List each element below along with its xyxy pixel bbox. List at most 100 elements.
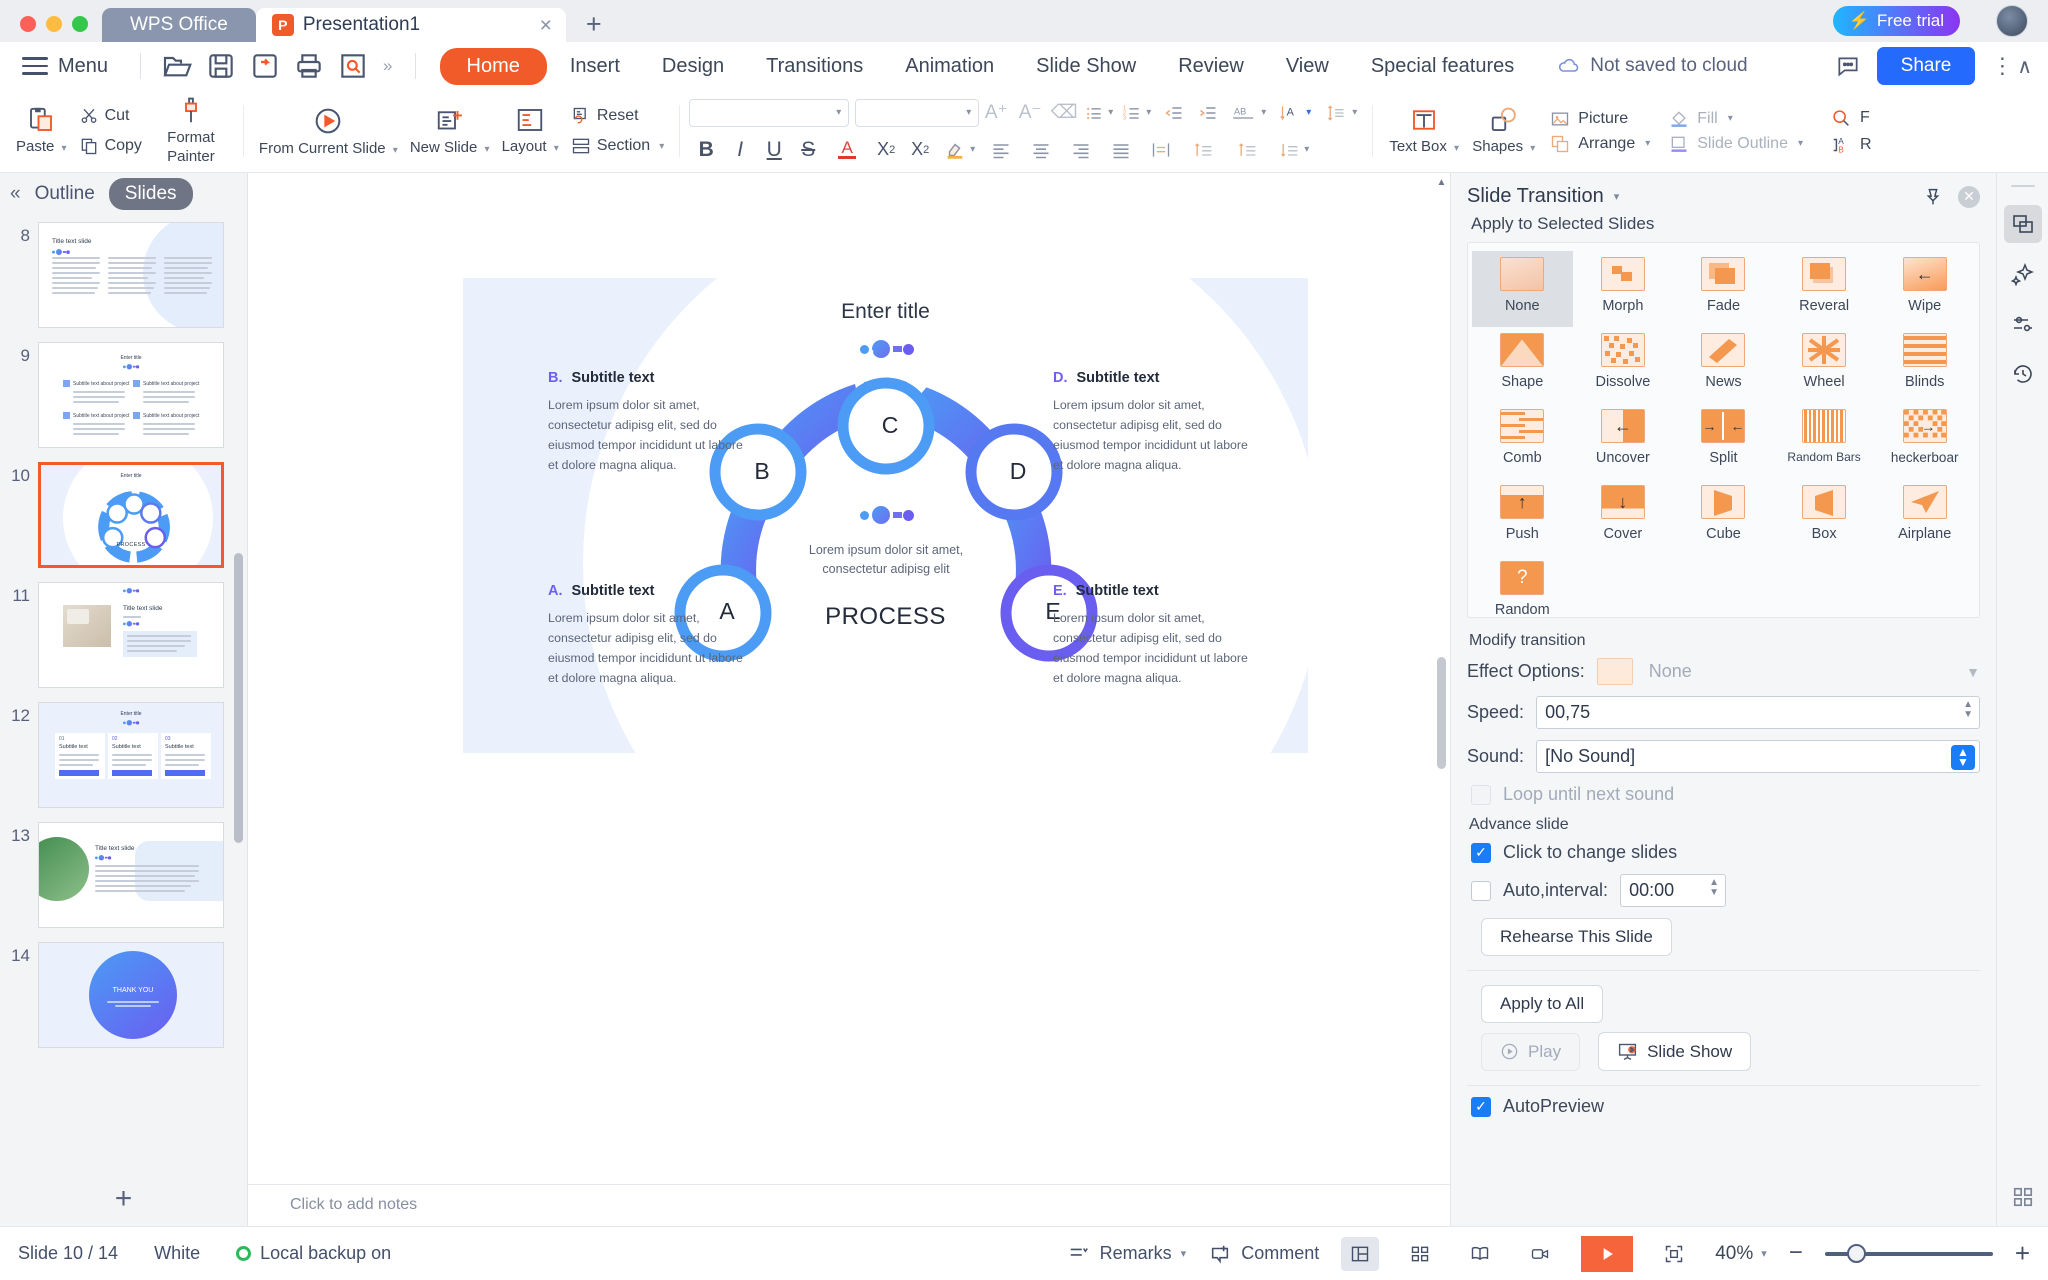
grid-icon[interactable]: [2004, 1178, 2042, 1216]
pin-icon[interactable]: [1922, 186, 1944, 208]
slide-outline-button[interactable]: Slide Outline ▾: [1668, 134, 1803, 154]
presenter-view-button[interactable]: [1521, 1237, 1559, 1271]
close-icon[interactable]: ×: [540, 15, 552, 36]
layout-button[interactable]: Layout ▾: [496, 105, 565, 157]
reading-view-button[interactable]: [1461, 1237, 1499, 1271]
new-tab-button[interactable]: +: [566, 11, 620, 42]
subscript-icon[interactable]: X2: [903, 135, 937, 165]
notes-pane[interactable]: Click to add notes: [248, 1184, 1450, 1226]
theme-name[interactable]: White: [154, 1243, 200, 1264]
sound-select[interactable]: [No Sound] ▲ ▼: [1536, 740, 1980, 773]
zoom-out-button[interactable]: −: [1789, 1240, 1803, 1265]
align-center-icon[interactable]: [1021, 135, 1061, 165]
transition-checkerboard[interactable]: → heckerboar: [1874, 403, 1975, 479]
list-item[interactable]: 8 Title text slide: [0, 215, 247, 335]
save-icon[interactable]: [205, 50, 237, 82]
backup-status[interactable]: Local backup on: [236, 1243, 391, 1264]
zoom-slider-knob[interactable]: [1846, 1243, 1866, 1263]
bold-icon[interactable]: B: [689, 135, 723, 165]
space-before-icon[interactable]: [1225, 135, 1269, 165]
tab-design[interactable]: Design: [643, 48, 743, 85]
slide-show-button[interactable]: Slide Show: [1598, 1032, 1752, 1071]
distribute-icon[interactable]: [1141, 135, 1181, 165]
chevron-down-icon[interactable]: ▾: [1614, 190, 1620, 203]
sound-stepper-icon[interactable]: ▲ ▼: [1951, 745, 1975, 770]
scroll-thumb[interactable]: [1437, 657, 1446, 769]
block-d[interactable]: D. Subtitle text Lorem ipsum dolor sit a…: [1053, 370, 1251, 476]
fill-button[interactable]: Fill ▾: [1668, 109, 1803, 129]
history-clock-icon[interactable]: [2004, 355, 2042, 393]
strikethrough-icon[interactable]: S: [791, 135, 825, 165]
highlight-icon[interactable]: ▾: [937, 135, 981, 165]
zoom-dropdown-icon[interactable]: ▾: [1761, 1247, 1767, 1260]
clear-formatting-icon[interactable]: ⌫: [1047, 98, 1081, 128]
effect-options-swatch[interactable]: [1596, 658, 1633, 685]
hamburger-menu-icon[interactable]: [22, 57, 48, 75]
increase-indent-icon[interactable]: [1191, 98, 1225, 128]
play-button[interactable]: Play: [1481, 1032, 1581, 1071]
avatar[interactable]: [1996, 5, 2028, 37]
font-color-icon[interactable]: A: [825, 135, 869, 165]
transition-blinds[interactable]: Blinds: [1874, 327, 1975, 403]
menu-button[interactable]: Menu: [58, 55, 108, 78]
remarks-button[interactable]: Remarks ▾: [1067, 1243, 1186, 1265]
line-spacing-icon[interactable]: ▾: [1317, 98, 1363, 128]
autopreview-row[interactable]: ✓ AutoPreview: [1471, 1096, 1980, 1117]
comment-button[interactable]: Comment: [1208, 1243, 1319, 1265]
settings-sliders-icon[interactable]: [2004, 305, 2042, 343]
text-direction-icon[interactable]: AB ▾: [1225, 98, 1271, 128]
italic-icon[interactable]: I: [723, 135, 757, 165]
slide-thumbnail[interactable]: Enter title 01 02 03 Subtitle text Subti…: [38, 702, 224, 808]
transition-cover[interactable]: ↓ Cover: [1573, 479, 1674, 555]
zoom-in-button[interactable]: +: [2015, 1240, 2030, 1265]
reset-button[interactable]: Reset: [565, 104, 670, 128]
transition-dissolve[interactable]: Dissolve: [1573, 327, 1674, 403]
list-item[interactable]: 12 Enter title 01 02 03 Subtitle text Su…: [0, 695, 247, 815]
slide-thumbnail[interactable]: Title text slide: [38, 822, 224, 928]
tab-slide-show[interactable]: Slide Show: [1017, 48, 1155, 85]
tab-home[interactable]: Home: [439, 47, 547, 85]
block-b[interactable]: B. Subtitle text Lorem ipsum dolor sit a…: [548, 370, 746, 476]
tab-special-features[interactable]: Special features: [1352, 48, 1533, 85]
auto-interval-checkbox[interactable]: [1471, 880, 1491, 901]
list-item[interactable]: 13 Title text slide: [0, 815, 247, 935]
thumbnail-scrollbar[interactable]: [234, 553, 243, 843]
speed-input[interactable]: 00,75 ▲ ▼: [1536, 696, 1980, 729]
canvas-scrollbar[interactable]: ▲ ▼: [1436, 177, 1447, 1222]
list-item[interactable]: 11 Title text slide: [0, 575, 247, 695]
tab-wps-office[interactable]: WPS Office: [102, 8, 256, 42]
minimize-window-button[interactable]: [46, 16, 62, 32]
decrease-indent-icon[interactable]: [1157, 98, 1191, 128]
more-options-icon[interactable]: ⋮: [1991, 55, 2013, 77]
fit-to-window-button[interactable]: [1655, 1237, 1693, 1271]
font-size-input[interactable]: ▾: [855, 98, 980, 127]
tab-outline[interactable]: Outline: [35, 183, 95, 205]
print-icon[interactable]: [293, 50, 325, 82]
transition-wipe[interactable]: ← Wipe: [1874, 251, 1975, 327]
autopreview-checkbox[interactable]: ✓: [1471, 1096, 1491, 1117]
click-change-checkbox[interactable]: ✓: [1471, 842, 1491, 863]
transition-split[interactable]: → ← Split: [1673, 403, 1774, 479]
current-slide[interactable]: Enter title A B C D E Lorem ipsum dolor …: [463, 278, 1308, 753]
collapse-ribbon-icon[interactable]: ∧: [2017, 54, 2032, 79]
justify-icon[interactable]: [1101, 135, 1141, 165]
picture-button[interactable]: Picture: [1549, 109, 1650, 129]
add-slide-button[interactable]: +: [0, 1182, 247, 1216]
apply-to-all-button[interactable]: Apply to All: [1481, 985, 1604, 1023]
scroll-up-icon[interactable]: ▲: [1436, 177, 1447, 191]
more-quick-actions-icon[interactable]: »: [383, 56, 392, 76]
tab-review[interactable]: Review: [1159, 48, 1263, 85]
slide-canvas[interactable]: ▲ ▼ Enter title: [248, 173, 1450, 1226]
auto-interval-stepper[interactable]: ▲ ▼: [1709, 878, 1719, 898]
section-button[interactable]: Section ▾: [565, 134, 670, 158]
paragraph-spacing-icon[interactable]: ▾: [1269, 135, 1317, 165]
window-controls[interactable]: [0, 16, 102, 42]
transition-cube[interactable]: Cube: [1673, 479, 1774, 555]
transition-effects-grid[interactable]: None Morph Fade Reveral ← Wipe Shape Dis…: [1467, 242, 1980, 618]
click-change-row[interactable]: ✓ Click to change slides: [1471, 842, 1980, 863]
maximize-window-button[interactable]: [72, 16, 88, 32]
transition-box[interactable]: Box: [1774, 479, 1875, 555]
block-e[interactable]: E. Subtitle text Lorem ipsum dolor sit a…: [1053, 583, 1251, 689]
align-left-icon[interactable]: [981, 135, 1021, 165]
slide-sorter-button[interactable]: [1401, 1237, 1439, 1271]
